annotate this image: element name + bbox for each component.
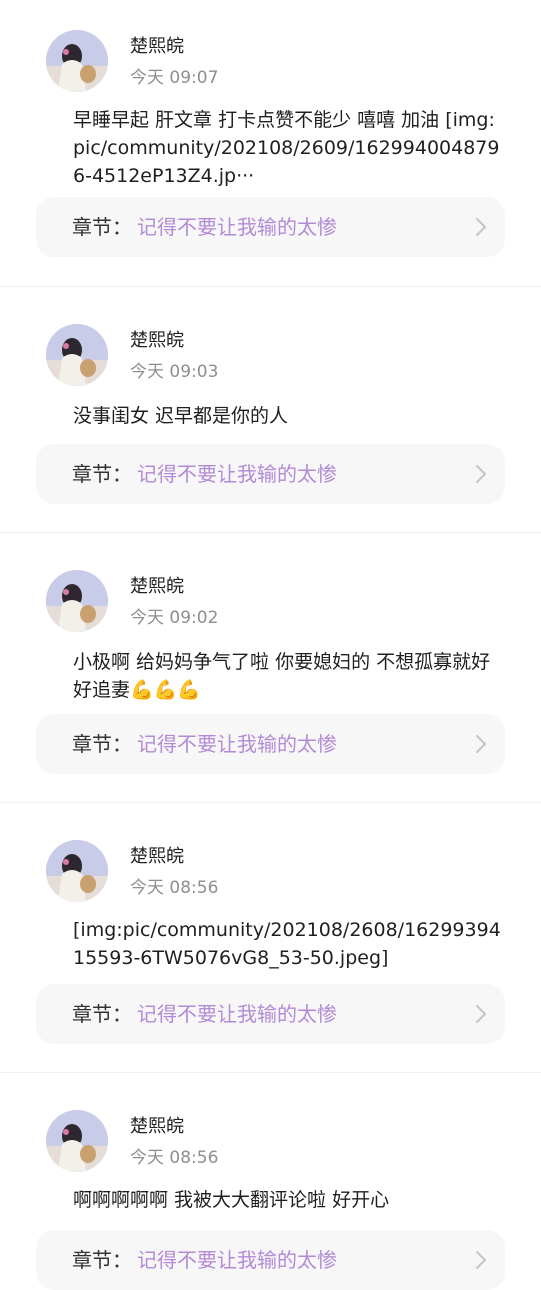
chapter-label: 章节： [72, 215, 132, 239]
avatar-image [46, 570, 108, 632]
username[interactable]: 楚熙皖 [130, 576, 184, 598]
username[interactable]: 楚熙皖 [130, 36, 184, 58]
username[interactable]: 楚熙皖 [130, 330, 184, 352]
comment-item: 楚熙皖 今天 09:07 早睡早起 肝文章 打卡点赞不能少 嘻嘻 加油 [img… [0, 30, 541, 290]
chapter-label: 章节： [72, 1248, 132, 1272]
comment-item: 楚熙皖 今天 09:03 没事闺女 迟早都是你的人 章节： 记得不要让我输的太惨 [0, 324, 541, 534]
timestamp: 今天 09:02 [130, 608, 219, 628]
chapter-title: 记得不要让我输的太惨 [137, 1002, 337, 1026]
comment-text: 啊啊啊啊啊 我被大大翻评论啦 好开心 [73, 1189, 390, 1211]
chapter-label: 章节： [72, 1002, 132, 1026]
chapter-link[interactable]: 章节： 记得不要让我输的太惨 [36, 1230, 505, 1290]
comment-text: 没事闺女 迟早都是你的人 [73, 405, 289, 427]
timestamp: 今天 08:56 [130, 1148, 219, 1168]
avatar-image [46, 840, 108, 902]
avatar[interactable] [46, 1110, 108, 1172]
username[interactable]: 楚熙皖 [130, 1116, 184, 1138]
chevron-right-icon [476, 1251, 486, 1269]
comment-item: 楚熙皖 今天 08:56 啊啊啊啊啊 我被大大翻评论啦 好开心 章节： 记得不要… [0, 1110, 541, 1290]
comment-text: 小极啊 给妈妈争气了啦 你要媳妇的 不想孤寡就好好追妻💪💪💪 [73, 651, 491, 701]
chevron-right-icon [476, 218, 486, 236]
avatar-image [46, 324, 108, 386]
chapter-link[interactable]: 章节： 记得不要让我输的太惨 [36, 984, 505, 1044]
chevron-right-icon [476, 1005, 486, 1023]
comment-item: 楚熙皖 今天 08:56 [img:pic/community/202108/2… [0, 840, 541, 1072]
comment-text: 早睡早起 肝文章 打卡点赞不能少 嘻嘻 加油 [img:pic/communit… [73, 109, 500, 187]
chevron-right-icon [476, 465, 486, 483]
comment-item: 楚熙皖 今天 09:02 小极啊 给妈妈争气了啦 你要媳妇的 不想孤寡就好好追妻… [0, 570, 541, 802]
timestamp: 今天 09:07 [130, 68, 219, 88]
username[interactable]: 楚熙皖 [130, 846, 184, 868]
chapter-link[interactable]: 章节： 记得不要让我输的太惨 [36, 714, 505, 774]
divider [0, 286, 541, 287]
avatar[interactable] [46, 840, 108, 902]
comment-text: [img:pic/community/202108/2608/162993941… [73, 919, 501, 969]
divider [0, 1072, 541, 1073]
avatar-image [46, 30, 108, 92]
avatar[interactable] [46, 570, 108, 632]
avatar-image [46, 1110, 108, 1172]
divider [0, 532, 541, 533]
chapter-link[interactable]: 章节： 记得不要让我输的太惨 [36, 444, 505, 504]
timestamp: 今天 08:56 [130, 878, 219, 898]
chapter-label: 章节： [72, 732, 132, 756]
timestamp: 今天 09:03 [130, 362, 219, 382]
chapter-title: 记得不要让我输的太惨 [137, 215, 337, 239]
chapter-link[interactable]: 章节： 记得不要让我输的太惨 [36, 197, 505, 257]
chapter-title: 记得不要让我输的太惨 [137, 732, 337, 756]
chevron-right-icon [476, 735, 486, 753]
avatar[interactable] [46, 324, 108, 386]
avatar[interactable] [46, 30, 108, 92]
divider [0, 802, 541, 803]
chapter-label: 章节： [72, 462, 132, 486]
chapter-title: 记得不要让我输的太惨 [137, 462, 337, 486]
chapter-title: 记得不要让我输的太惨 [137, 1248, 337, 1272]
